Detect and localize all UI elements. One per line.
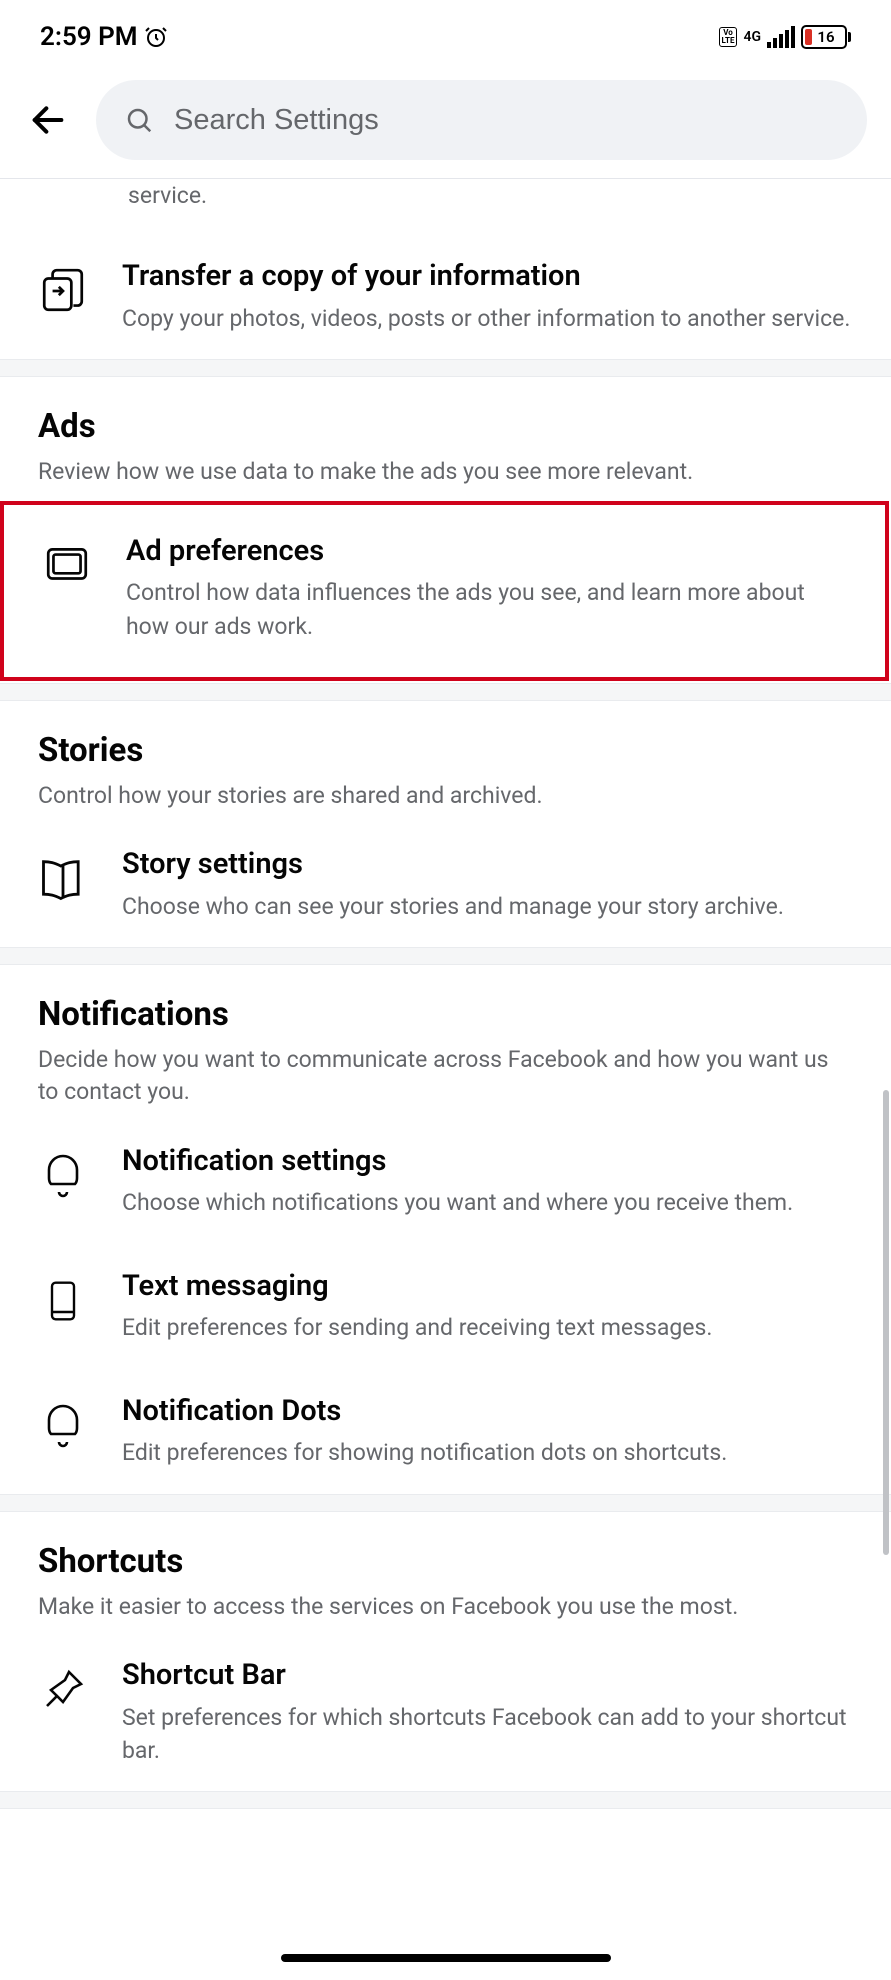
battery-icon: 16 <box>801 25 851 49</box>
row-title: Notification settings <box>122 1143 853 1181</box>
back-button[interactable] <box>24 96 72 144</box>
highlight-annotation: Ad preferences Control how data influenc… <box>0 501 889 681</box>
alarm-icon <box>144 25 168 49</box>
row-subtitle: Choose who can see your stories and mana… <box>122 890 853 923</box>
row-title: Story settings <box>122 846 853 884</box>
row-subtitle: Edit preferences for showing notificatio… <box>122 1436 853 1469</box>
scrollbar-thumb[interactable] <box>883 1090 889 1555</box>
status-time: 2:59 PM <box>40 22 138 52</box>
transfer-icon <box>34 262 92 320</box>
section-title: Ads <box>38 407 853 446</box>
search-input[interactable] <box>174 104 839 137</box>
row-shortcut-bar[interactable]: Shortcut Bar Set preferences for which s… <box>0 1633 891 1791</box>
section-title: Shortcuts <box>38 1542 853 1581</box>
row-transfer-info[interactable]: Transfer a copy of your information Copy… <box>0 234 891 359</box>
volte-icon: VoLTE <box>719 27 738 47</box>
search-icon <box>124 105 154 135</box>
row-subtitle: Choose which notifications you want and … <box>122 1186 853 1219</box>
section-subtitle: Control how your stories are shared and … <box>38 780 853 812</box>
section-subtitle: Make it easier to access the services on… <box>38 1591 853 1623</box>
battery-percent: 16 <box>817 28 834 46</box>
settings-list[interactable]: service. Transfer a copy of your informa… <box>0 179 891 1809</box>
section-header-ads: Ads Review how we use data to make the a… <box>0 377 891 498</box>
row-subtitle: Copy your photos, videos, posts or other… <box>122 302 853 335</box>
section-subtitle: Decide how you want to communicate acros… <box>38 1044 853 1108</box>
monitor-icon <box>38 537 96 595</box>
status-bar: 2:59 PM VoLTE 4G 16 <box>0 0 891 70</box>
search-box[interactable] <box>96 80 867 160</box>
row-subtitle: Control how data influences the ads you … <box>126 576 847 643</box>
phone-icon <box>34 1272 92 1330</box>
section-gap <box>0 1791 891 1809</box>
status-left: 2:59 PM <box>40 22 168 52</box>
section-header-shortcuts: Shortcuts Make it easier to access the s… <box>0 1512 891 1633</box>
pin-icon <box>34 1661 92 1719</box>
bell-icon <box>34 1397 92 1455</box>
home-indicator[interactable] <box>281 1954 611 1962</box>
row-title: Shortcut Bar <box>122 1657 853 1695</box>
page-header <box>0 70 891 178</box>
bell-icon <box>34 1147 92 1205</box>
section-gap <box>0 1494 891 1512</box>
network-type-icon: 4G <box>743 30 761 44</box>
section-subtitle: Review how we use data to make the ads y… <box>38 456 853 488</box>
arrow-left-icon <box>28 100 68 140</box>
row-subtitle: Set preferences for which shortcuts Face… <box>122 1701 853 1768</box>
row-subtitle: Edit preferences for sending and receivi… <box>122 1311 853 1344</box>
row-title: Ad preferences <box>126 533 847 571</box>
section-title: Notifications <box>38 995 853 1034</box>
row-notification-dots[interactable]: Notification Dots Edit preferences for s… <box>0 1369 891 1494</box>
row-title: Notification Dots <box>122 1393 853 1431</box>
section-gap <box>0 359 891 377</box>
status-right: VoLTE 4G 16 <box>719 25 851 49</box>
section-header-stories: Stories Control how your stories are sha… <box>0 701 891 822</box>
book-open-icon <box>34 850 92 908</box>
row-title: Transfer a copy of your information <box>122 258 853 296</box>
row-notification-settings[interactable]: Notification settings Choose which notif… <box>0 1119 891 1244</box>
row-title: Text messaging <box>122 1268 853 1306</box>
section-header-notifications: Notifications Decide how you want to com… <box>0 965 891 1118</box>
section-title: Stories <box>38 731 853 770</box>
signal-icon <box>767 26 795 48</box>
section-gap <box>0 683 891 701</box>
section-gap <box>0 947 891 965</box>
partial-item-subtext: service. <box>0 179 891 234</box>
row-text-messaging[interactable]: Text messaging Edit preferences for send… <box>0 1244 891 1369</box>
row-story-settings[interactable]: Story settings Choose who can see your s… <box>0 822 891 947</box>
row-ad-preferences[interactable]: Ad preferences Control how data influenc… <box>4 505 885 677</box>
